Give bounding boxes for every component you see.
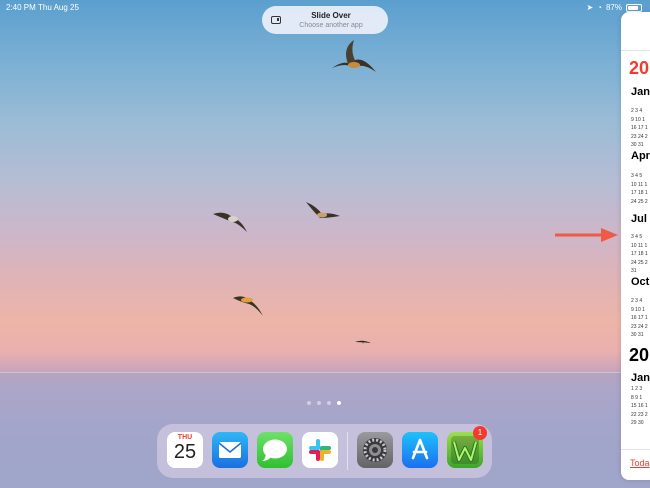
month-jan[interactable]: Jan xyxy=(631,86,650,98)
month-grid-jan-next[interactable]: 1 2 3 8 9 1 15 16 1 22 23 2 29 30 xyxy=(631,385,648,428)
page-dot[interactable] xyxy=(327,401,331,405)
notification-badge: 1 xyxy=(473,426,487,440)
month-grid-oct[interactable]: 2 3 4 9 10 1 16 17 1 23 24 2 30 31 xyxy=(631,297,648,340)
app-store-a-icon xyxy=(411,438,429,460)
calendar-icon-date: 25 xyxy=(173,441,197,463)
current-year: 20 xyxy=(629,58,650,78)
month-oct[interactable]: Oct xyxy=(631,276,649,288)
slack-app-icon[interactable] xyxy=(302,432,338,468)
page-dot-active[interactable] xyxy=(337,401,341,405)
page-dot[interactable] xyxy=(307,401,311,405)
horizon-line xyxy=(0,372,650,373)
location-icon: ➤ xyxy=(586,3,594,12)
calendar-icon-day: THU xyxy=(177,434,193,441)
status-time: 2:40 PM xyxy=(6,3,36,12)
messages-app-icon[interactable] xyxy=(257,432,293,468)
status-right: ➤ ◔ 87% xyxy=(586,3,642,12)
battery-fill xyxy=(628,5,638,10)
bird-5 xyxy=(355,340,371,344)
arrow-annotation xyxy=(555,228,618,242)
gear-icon xyxy=(363,438,387,462)
envelope-icon xyxy=(218,442,242,458)
dock: THU 25 xyxy=(157,424,492,478)
page-dot[interactable] xyxy=(317,401,321,405)
month-grid-apr[interactable]: 3 4 5 10 11 1 17 18 1 24 25 2 xyxy=(631,172,648,206)
panel-header[interactable] xyxy=(621,12,650,51)
month-apr[interactable]: Apr xyxy=(631,150,650,162)
battery-percent: 87% xyxy=(605,3,622,12)
speech-bubble-icon xyxy=(262,439,287,461)
mail-app-icon[interactable] xyxy=(212,432,248,468)
battery-icon xyxy=(626,3,642,12)
slide-over-banner[interactable]: Slide Over Choose another app xyxy=(262,6,388,34)
bird-3 xyxy=(306,202,340,218)
page-indicator[interactable] xyxy=(307,401,341,405)
wifi-icon: ◔ xyxy=(597,3,602,12)
today-button[interactable]: Toda xyxy=(630,458,650,468)
slide-over-subtitle: Choose another app xyxy=(299,22,363,29)
month-jul[interactable]: Jul xyxy=(631,213,647,225)
next-year: 20 xyxy=(629,345,650,365)
dock-separator xyxy=(347,432,348,470)
slide-over-title: Slide Over xyxy=(311,11,351,20)
bird-4 xyxy=(233,296,263,316)
status-date: Thu Aug 25 xyxy=(38,3,79,12)
calendar-app-icon[interactable]: THU 25 xyxy=(167,432,203,468)
month-grid-jan[interactable]: 2 3 4 9 10 1 16 17 1 23 24 2 30 31 xyxy=(631,107,648,150)
app-store-icon[interactable] xyxy=(402,432,438,468)
panel-toolbar-divider xyxy=(621,449,650,450)
bird-1 xyxy=(332,40,376,72)
settings-app-icon[interactable] xyxy=(357,432,393,468)
month-grid-jul[interactable]: 3 4 5 10 11 1 17 18 1 24 25 2 31 xyxy=(631,233,648,276)
month-jan-next[interactable]: Jan xyxy=(631,372,650,384)
slack-logo-icon xyxy=(309,439,331,461)
slide-over-calendar-panel[interactable]: 20 Jan 2 3 4 9 10 1 16 17 1 23 24 2 30 3… xyxy=(621,12,650,480)
bird-2 xyxy=(213,212,247,232)
